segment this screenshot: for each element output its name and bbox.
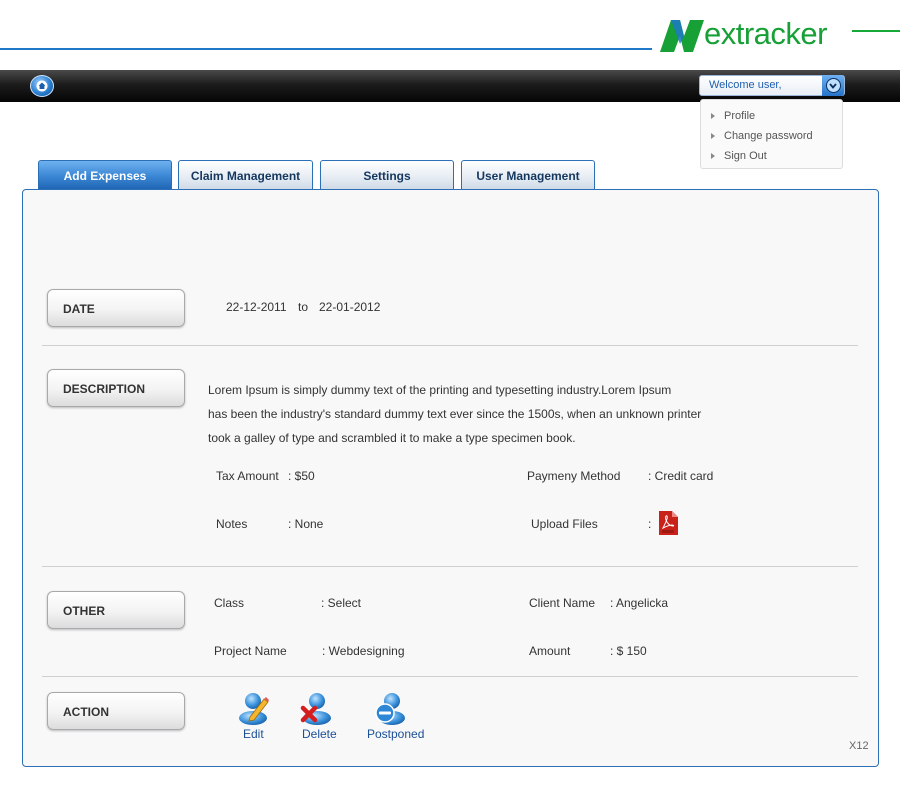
logo-text: extracker [704, 16, 827, 51]
description-section-label: DESCRIPTION [47, 369, 185, 407]
tab-add-expenses[interactable]: Add Expenses [38, 160, 172, 190]
delete-user-icon[interactable] [300, 691, 332, 725]
amount-label: Amount [529, 644, 571, 658]
menu-item-change-password[interactable]: Change password [701, 126, 842, 146]
divider [42, 676, 858, 677]
divider [42, 345, 858, 346]
divider [42, 566, 858, 567]
menu-item-label: Change password [724, 130, 813, 142]
notes-label: Notes [216, 517, 248, 531]
footer-code: X12 [849, 740, 869, 752]
chevron-down-icon [825, 78, 841, 93]
class-label: Class [214, 596, 245, 610]
tab-user-management[interactable]: User Management [461, 160, 595, 190]
action-section-label: ACTION [47, 692, 185, 730]
logo-mark-icon [660, 20, 704, 52]
description-line: has been the industry's standard dummy t… [208, 407, 702, 421]
delete-button-label[interactable]: Delete [302, 727, 337, 741]
menu-item-sign-out[interactable]: Sign Out [701, 146, 842, 166]
class-value: : Select [321, 596, 362, 610]
upload-files-separator: : [648, 517, 652, 531]
tab-claim-management[interactable]: Claim Management [178, 160, 313, 190]
client-name-label: Client Name [529, 596, 596, 610]
payment-method-value: : Credit card [648, 469, 714, 483]
date-from: 22-12-2011 [226, 300, 287, 314]
project-name-value: : Webdesigning [322, 644, 405, 658]
description-line: Lorem Ipsum is simply dummy text of the … [208, 383, 672, 397]
date-separator: to [298, 300, 309, 314]
description-line: took a galley of type and scrambled it t… [208, 431, 576, 445]
dropdown-toggle[interactable] [822, 75, 844, 96]
pdf-file-icon[interactable] [658, 511, 678, 535]
home-button[interactable] [30, 75, 54, 97]
menu-item-label: Sign Out [724, 150, 767, 162]
bullet-arrow-icon [711, 153, 715, 159]
menu-item-profile[interactable]: Profile [701, 106, 842, 126]
postpone-user-icon[interactable] [374, 691, 406, 725]
brand-line-left [0, 48, 652, 50]
tax-amount-label: Tax Amount [216, 469, 279, 483]
date-section-label: DATE [47, 289, 185, 327]
bullet-arrow-icon [711, 113, 715, 119]
user-menu: Profile Change password Sign Out [700, 99, 843, 169]
date-to: 22-01-2012 [319, 300, 381, 314]
postponed-button-label[interactable]: Postponed [367, 727, 424, 741]
menu-item-label: Profile [724, 110, 756, 122]
brand-line-right [852, 30, 900, 32]
edit-user-icon[interactable] [238, 691, 270, 725]
tax-amount-value: : $50 [288, 469, 315, 483]
welcome-dropdown[interactable]: Welcome user, [699, 75, 845, 96]
welcome-label: Welcome user, [709, 79, 782, 91]
other-section-label: OTHER [47, 591, 185, 629]
client-name-value: : Angelicka [610, 596, 669, 610]
page: extracker Welcome user, Profile Change p… [0, 0, 900, 788]
edit-button-label[interactable]: Edit [243, 727, 264, 741]
notes-value: : None [288, 517, 324, 531]
bullet-arrow-icon [711, 133, 715, 139]
expense-panel [22, 189, 879, 767]
upload-files-label: Upload Files [531, 517, 598, 531]
project-name-label: Project Name [214, 644, 287, 658]
tab-settings[interactable]: Settings [320, 160, 454, 190]
home-icon [36, 80, 48, 92]
amount-value: : $ 150 [610, 644, 647, 658]
logo: extracker [658, 14, 827, 54]
payment-method-label: Paymeny Method [527, 469, 621, 483]
